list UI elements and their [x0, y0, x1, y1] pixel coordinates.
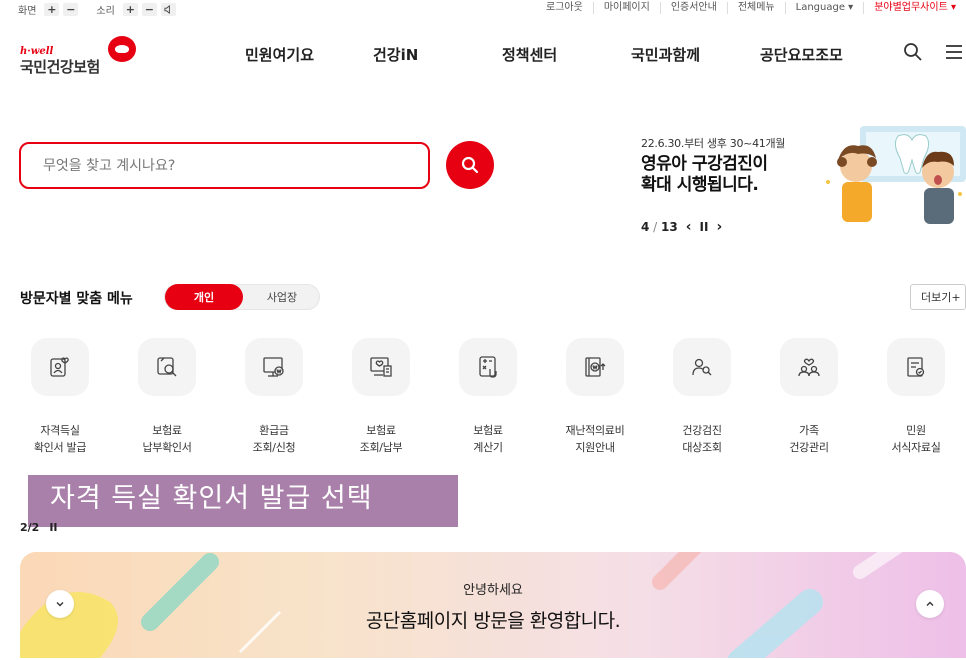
menu-label-line2: 조회/납부 — [359, 441, 403, 454]
banner-title-line2: 확대 시행됩니다. — [641, 175, 759, 195]
menu-label-line1: 보험료 — [152, 424, 182, 437]
utility-bar: 화면 + − 소리 + − 로그아웃 마이페이지 인증서안내 전체메뉴 Lang… — [0, 0, 966, 18]
accessibility-controls: 화면 + − 소리 + − — [18, 2, 176, 17]
speaker-icon[interactable] — [160, 3, 176, 16]
tab-personal[interactable]: 개인 — [165, 284, 243, 310]
menu-label-line1: 환급금 — [259, 424, 289, 437]
tab-business[interactable]: 사업장 — [243, 285, 321, 309]
business-sites-select[interactable]: 분야별업무사이트 ▾ — [863, 2, 966, 14]
menu-label-line1: 재난적의료비 — [565, 424, 625, 437]
banner-pager: 4 / 13 ‹ II › — [641, 219, 722, 235]
nhis-logo[interactable]: h·well 국민건강보험 — [20, 36, 140, 76]
menu-label-line1: 가족 — [799, 424, 819, 437]
document-search-icon — [138, 338, 196, 396]
form-check-icon — [887, 338, 945, 396]
calculator-icon — [459, 338, 517, 396]
search-button[interactable] — [446, 141, 494, 189]
monitor-won-icon — [245, 338, 303, 396]
banner-pause-button[interactable]: II — [700, 220, 709, 234]
all-menu-link[interactable]: 전체메뉴 — [726, 2, 785, 14]
menu-item-premium-inquiry-payment[interactable]: 보험료조회/납부 — [341, 338, 421, 456]
banner-page-count: 4 / 13 — [641, 220, 678, 234]
gnb-civil-service[interactable]: 민원여기요 — [245, 44, 314, 65]
menu-pause-button[interactable]: II — [49, 521, 57, 534]
banner-illustration — [820, 122, 966, 224]
chevron-down-icon[interactable] — [46, 590, 74, 618]
sound-down-button[interactable]: − — [141, 3, 157, 16]
hamburger-menu-icon[interactable] — [944, 42, 964, 62]
gnb-with-citizens[interactable]: 국민과함께 — [631, 44, 700, 65]
menu-label-line2: 대상조회 — [682, 441, 722, 454]
mypage-link[interactable]: 마이페이지 — [592, 2, 660, 14]
menu-item-catastrophic-medical-support[interactable]: 재난적의료비지원안내 — [555, 338, 635, 456]
menu-item-health-checkup-target[interactable]: 건강검진대상조회 — [662, 338, 742, 456]
menu-label-line2: 지원안내 — [575, 441, 615, 454]
person-card-icon — [31, 338, 89, 396]
instruction-overlay: 자격 득실 확인서 발급 선택 — [28, 475, 458, 527]
menu-label-line2: 건강관리 — [789, 441, 829, 454]
menu-item-premium-calculator[interactable]: 보험료계산기 — [448, 338, 528, 456]
menu-label-line1: 보험료 — [473, 424, 503, 437]
menu-label-line1: 자격득실 — [40, 424, 80, 437]
menu-item-civil-forms[interactable]: 민원서식자료실 — [876, 338, 956, 456]
won-document-icon — [566, 338, 624, 396]
language-select[interactable]: Language ▾ — [784, 2, 864, 14]
banner-date: 22.6.30.부터 생후 30~41개월 — [641, 137, 786, 150]
logout-link[interactable]: 로그아웃 — [536, 2, 593, 14]
banner-prev-button[interactable]: ‹ — [686, 219, 692, 235]
welcome-decoration — [20, 552, 903, 658]
welcome-hello: 안녕하세요 — [463, 583, 523, 598]
menu-item-qualification-certificate[interactable]: 자격득실확인서 발급 — [20, 338, 100, 456]
screen-zoom-out-button[interactable]: − — [63, 3, 79, 16]
sound-label: 소리 — [96, 6, 115, 17]
visitor-menu-title: 방문자별 맞춤 메뉴 — [20, 291, 133, 307]
sound-up-button[interactable]: + — [122, 3, 138, 16]
logo-mark-icon — [108, 36, 136, 62]
menu-label-line2: 확인서 발급 — [33, 441, 87, 454]
menu-page-count: 2/2 — [20, 521, 40, 534]
gnb-policy-center[interactable]: 정책센터 — [502, 44, 557, 65]
logo-name: 국민건강보험 — [20, 58, 100, 76]
search-icon[interactable] — [903, 42, 923, 62]
more-button[interactable]: 더보기+ — [910, 284, 966, 310]
screen-zoom-in-button[interactable]: + — [44, 3, 60, 16]
menu-label-line2: 납부확인서 — [142, 441, 192, 454]
visitor-type-toggle: 개인 사업장 — [164, 284, 320, 310]
menu-pager: 2/2 II — [20, 521, 58, 534]
menu-item-premium-payment-certificate[interactable]: 보험료납부확인서 — [127, 338, 207, 456]
welcome-banner: 안녕하세요 공단홈페이지 방문을 환영합니다. — [20, 552, 966, 658]
menu-label-line1: 민원 — [906, 424, 926, 437]
banner-next-button[interactable]: › — [716, 219, 722, 235]
menu-item-refund-inquiry[interactable]: 환급금조회/신청 — [234, 338, 314, 456]
menu-item-family-health[interactable]: 가족건강관리 — [769, 338, 849, 456]
banner-title[interactable]: 영유아 구강검진이 확대 시행됩니다. — [641, 154, 768, 196]
gnb-about-nhis[interactable]: 공단요모조모 — [760, 44, 843, 65]
monitor-heart-icon — [352, 338, 410, 396]
menu-label-line2: 계산기 — [473, 441, 503, 454]
family-heart-icon — [780, 338, 838, 396]
menu-label-line2: 조회/신청 — [252, 441, 296, 454]
certificate-guide-link[interactable]: 인증서안내 — [659, 2, 727, 14]
menu-label-line2: 서식자료실 — [891, 441, 941, 454]
banner-title-line1: 영유아 구강검진이 — [641, 154, 768, 174]
chevron-up-icon[interactable] — [916, 590, 944, 618]
menu-label-line1: 보험료 — [366, 424, 396, 437]
search-button-icon — [461, 156, 479, 174]
menu-label-line1: 건강검진 — [682, 424, 722, 437]
gnb-health-in[interactable]: 건강iN — [373, 44, 418, 65]
people-search-icon — [673, 338, 731, 396]
welcome-message: 공단홈페이지 방문을 환영합니다. — [365, 610, 621, 632]
search-input[interactable] — [19, 142, 430, 189]
screen-size-label: 화면 — [18, 6, 37, 17]
utility-links: 로그아웃 마이페이지 인증서안내 전체메뉴 Language ▾ 분야별업무사이… — [536, 2, 966, 14]
